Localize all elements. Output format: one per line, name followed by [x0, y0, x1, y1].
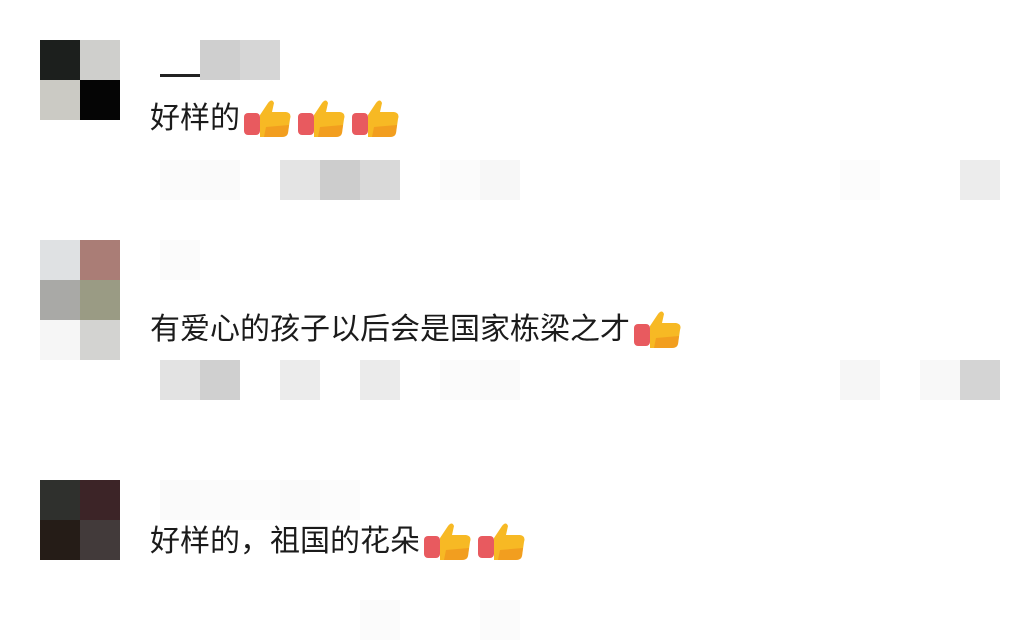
thumbs-up-icon: [424, 523, 471, 560]
comment-text: 好样的: [150, 97, 404, 141]
username-pixelated[interactable]: [160, 240, 200, 280]
comment-item: 好样的: [0, 0, 1024, 210]
avatar-pixel: [80, 240, 120, 280]
comment-item: 有爱心的孩子以后会是国家栋梁之才: [0, 210, 1024, 430]
avatar-pixel: [40, 280, 80, 320]
comment-text: 好样的，祖国的花朵: [150, 520, 530, 564]
emoji-group: [632, 308, 686, 352]
comment-meta-pixelated: [160, 160, 1000, 200]
username-pixelated[interactable]: [160, 40, 280, 80]
avatar-pixel: [40, 40, 80, 80]
avatar-pixel: [80, 40, 120, 80]
avatar-pixel: [80, 520, 120, 560]
emoji-group: [242, 97, 404, 141]
thumbs-up-icon: [244, 100, 291, 137]
comment-text-content: 好样的，祖国的花朵: [150, 524, 420, 559]
avatar-pixel: [80, 480, 120, 520]
avatar[interactable]: [40, 480, 120, 560]
comment-item: 好样的，祖国的花朵: [0, 440, 1024, 643]
avatar-pixel: [40, 320, 80, 360]
avatar-pixel: [40, 240, 80, 280]
comment-text-content: 好样的: [150, 101, 240, 136]
comment-meta-pixelated: [160, 600, 1000, 640]
comment-text: 有爱心的孩子以后会是国家栋梁之才: [150, 308, 686, 352]
comment-meta-pixelated: [160, 360, 1000, 400]
thumbs-up-icon: [298, 100, 345, 137]
thumbs-up-icon: [352, 100, 399, 137]
comment-text-content: 有爱心的孩子以后会是国家栋梁之才: [150, 312, 630, 347]
avatar-pixel: [40, 480, 80, 520]
username-pixelated[interactable]: [160, 480, 360, 520]
avatar-pixel: [80, 80, 120, 120]
thumbs-up-icon: [478, 523, 525, 560]
avatar-pixel: [40, 80, 80, 120]
emoji-group: [422, 520, 530, 564]
thumbs-up-icon: [634, 311, 681, 348]
avatar[interactable]: [40, 240, 120, 360]
avatar-pixel: [80, 280, 120, 320]
avatar[interactable]: [40, 40, 120, 120]
avatar-pixel: [80, 320, 120, 360]
avatar-pixel: [40, 520, 80, 560]
